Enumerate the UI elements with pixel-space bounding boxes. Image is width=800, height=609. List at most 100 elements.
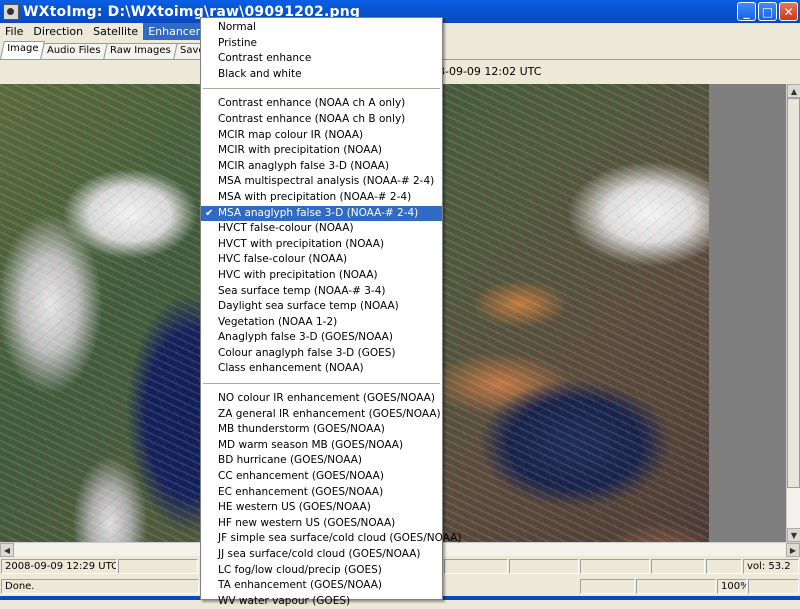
enhancement-menu-item-label: Class enhancement (NOAA) bbox=[218, 362, 364, 375]
enhancement-menu-item-label: Pristine bbox=[218, 36, 258, 49]
enhancement-menu-item[interactable]: ZA general IR enhancement (GOES/NOAA) bbox=[201, 407, 442, 423]
enhancement-menu-item-label: Daylight sea surface temp (NOAA) bbox=[218, 300, 399, 313]
enhancement-menu-item[interactable]: Daylight sea surface temp (NOAA) bbox=[201, 299, 442, 315]
enhancement-menu-item[interactable]: NO colour IR enhancement (GOES/NOAA) bbox=[201, 391, 442, 407]
vertical-scroll-thumb[interactable] bbox=[787, 98, 800, 488]
status-cell bbox=[118, 559, 198, 574]
tab-image[interactable]: Image bbox=[0, 41, 46, 59]
enhancement-menu-item[interactable]: MB thunderstorm (GOES/NOAA) bbox=[201, 422, 442, 438]
scroll-left-arrow[interactable]: ◀ bbox=[0, 543, 14, 557]
enhancement-menu-item-label: Contrast enhance (NOAA ch A only) bbox=[218, 97, 406, 110]
pass-time: 8-09-09 12:02 UTC bbox=[438, 65, 542, 78]
app-icon[interactable] bbox=[3, 3, 19, 20]
menu-file[interactable]: File bbox=[0, 23, 28, 40]
enhancement-menu-item[interactable]: BD hurricane (GOES/NOAA) bbox=[201, 453, 442, 469]
enhancement-menu-item-label: MCIR anaglyph false 3-D (NOAA) bbox=[218, 159, 390, 172]
status-cell bbox=[706, 559, 742, 574]
enhancement-menu-item-label: NO colour IR enhancement (GOES/NOAA) bbox=[218, 392, 435, 405]
enhancement-menu-item-label: JJ sea surface/cold cloud (GOES/NOAA) bbox=[218, 548, 421, 560]
close-button[interactable]: ✕ bbox=[779, 2, 798, 21]
scroll-down-arrow[interactable]: ▼ bbox=[787, 528, 800, 542]
enhancement-menu-item[interactable]: WV water vapour (GOES) bbox=[201, 594, 442, 609]
tab-audio-files[interactable]: Audio Files bbox=[40, 43, 108, 59]
vertical-scrollbar[interactable]: ▲ ▼ bbox=[786, 84, 800, 542]
enhancement-menu-item[interactable]: MD warm season MB (GOES/NOAA) bbox=[201, 438, 442, 454]
menu-separator bbox=[203, 383, 440, 385]
enhancement-menu-item[interactable]: CC enhancement (GOES/NOAA) bbox=[201, 469, 442, 485]
status-cell bbox=[580, 579, 635, 594]
enhancement-menu-item-label: MCIR map colour IR (NOAA) bbox=[218, 128, 364, 141]
enhancement-menu-item[interactable]: Contrast enhance (NOAA ch A only) bbox=[201, 96, 442, 112]
enhancement-menu-item[interactable]: MCIR anaglyph false 3-D (NOAA) bbox=[201, 159, 442, 175]
enhancement-menu-item[interactable]: Anaglyph false 3-D (GOES/NOAA) bbox=[201, 330, 442, 346]
enhancement-menu-item[interactable]: Black and white bbox=[201, 67, 442, 83]
enhancement-menu-item-label: HVCT false-colour (NOAA) bbox=[218, 222, 354, 235]
menu-separator bbox=[203, 88, 440, 90]
status-cell bbox=[509, 559, 579, 574]
minimize-button[interactable]: _ bbox=[737, 2, 756, 21]
tab-raw-images[interactable]: Raw Images bbox=[103, 43, 178, 59]
enhancement-menu-item-label: Sea surface temp (NOAA-# 3-4) bbox=[218, 284, 386, 297]
enhancement-menu-item[interactable]: Normal bbox=[201, 20, 442, 36]
scroll-right-arrow[interactable]: ▶ bbox=[786, 543, 800, 557]
enhancement-menu-item[interactable]: MSA multispectral analysis (NOAA-# 2-4) bbox=[201, 174, 442, 190]
enhancement-menu-item-label: Contrast enhance (NOAA ch B only) bbox=[218, 112, 406, 125]
enhancement-menu-item-label: ZA general IR enhancement (GOES/NOAA) bbox=[218, 407, 441, 420]
enhancement-menu-item-label: LC fog/low cloud/precip (GOES) bbox=[218, 563, 382, 576]
enhancement-menu-item-label: MCIR with precipitation (NOAA) bbox=[218, 144, 383, 157]
status-zoom: 100% bbox=[717, 579, 747, 594]
enhancement-menu-item[interactable]: HE western US (GOES/NOAA) bbox=[201, 500, 442, 516]
enhancement-menu-item[interactable]: JJ sea surface/cold cloud (GOES/NOAA) bbox=[201, 547, 442, 563]
scroll-up-arrow[interactable]: ▲ bbox=[787, 84, 800, 98]
enhancements-dropdown-menu: Normal Pristine Contrast enhance Black and … bbox=[200, 17, 461, 607]
status-cell bbox=[444, 559, 508, 574]
enhancement-menu-item[interactable]: MCIR with precipitation (NOAA) bbox=[201, 143, 442, 159]
enhancement-menu-item[interactable]: HVC with precipitation (NOAA) bbox=[201, 268, 442, 284]
enhancement-menu-item-label: BD hurricane (GOES/NOAA) bbox=[218, 454, 362, 467]
enhancement-menu-item-label: MD warm season MB (GOES/NOAA) bbox=[218, 438, 404, 451]
enhancement-menu-item-label: HF new western US (GOES/NOAA) bbox=[218, 516, 396, 529]
enhancement-menu-item[interactable]: HVCT false-colour (NOAA) bbox=[201, 221, 442, 237]
status-message: Done. bbox=[1, 579, 199, 594]
enhancement-menu-item[interactable]: MCIR map colour IR (NOAA) bbox=[201, 128, 442, 144]
enhancement-menu-item-label: CC enhancement (GOES/NOAA) bbox=[218, 470, 384, 483]
enhancement-menu-item[interactable]: HF new western US (GOES/NOAA) bbox=[201, 516, 442, 532]
enhancement-menu-item[interactable]: LC fog/low cloud/precip (GOES) bbox=[201, 563, 442, 579]
enhancement-menu-item[interactable]: ✔ MSA anaglyph false 3-D (NOAA-# 2-4) bbox=[201, 205, 442, 222]
enhancement-menu-item-label: MB thunderstorm (GOES/NOAA) bbox=[218, 423, 385, 436]
status-cell bbox=[651, 559, 705, 574]
enhancement-menu-item[interactable]: TA enhancement (GOES/NOAA) bbox=[201, 578, 442, 594]
enhancement-menu-item-label: WV water vapour (GOES) bbox=[218, 594, 351, 607]
enhancement-menu-item-label: Anaglyph false 3-D (GOES/NOAA) bbox=[218, 331, 393, 344]
maximize-button[interactable]: □ bbox=[758, 2, 777, 21]
enhancement-menu-item-label: MSA anaglyph false 3-D (NOAA-# 2-4) bbox=[218, 206, 419, 219]
enhancement-menu-item[interactable]: Pristine bbox=[201, 36, 442, 52]
enhancement-menu-item-label: HVC with precipitation (NOAA) bbox=[218, 268, 378, 281]
enhancement-menu-item-label: HE western US (GOES/NOAA) bbox=[218, 501, 371, 514]
window-controls: _ □ ✕ bbox=[737, 2, 798, 21]
menu-satellite[interactable]: Satellite bbox=[88, 23, 143, 40]
enhancement-menu-item[interactable]: Vegetation (NOAA 1-2) bbox=[201, 315, 442, 331]
enhancement-menu-item[interactable]: Class enhancement (NOAA) bbox=[201, 361, 442, 377]
status-volume: vol: 53.2 bbox=[743, 559, 799, 574]
enhancement-menu-item[interactable]: MSA with precipitation (NOAA-# 2-4) bbox=[201, 190, 442, 206]
enhancement-menu-item-label: Vegetation (NOAA 1-2) bbox=[218, 315, 338, 328]
enhancement-menu-item-label: HVCT with precipitation (NOAA) bbox=[218, 237, 385, 250]
enhancement-menu-item-label: Contrast enhance bbox=[218, 52, 312, 65]
enhancement-menu-item[interactable]: EC enhancement (GOES/NOAA) bbox=[201, 485, 442, 501]
enhancement-menu-item[interactable]: Sea surface temp (NOAA-# 3-4) bbox=[201, 284, 442, 300]
status-time: 2008-09-09 12:29 UTC bbox=[1, 559, 117, 574]
enhancement-menu-item-label: Black and white bbox=[218, 67, 302, 80]
enhancement-menu-item[interactable]: JF simple sea surface/cold cloud (GOES/N… bbox=[201, 531, 461, 547]
enhancement-menu-item[interactable]: Colour anaglyph false 3-D (GOES) bbox=[201, 346, 442, 362]
enhancement-menu-item-label: Colour anaglyph false 3-D (GOES) bbox=[218, 346, 396, 359]
enhancement-menu-item[interactable]: Contrast enhance (NOAA ch B only) bbox=[201, 112, 442, 128]
status-cell bbox=[636, 579, 716, 594]
enhancement-menu-item[interactable]: Contrast enhance bbox=[201, 51, 442, 67]
checkmark-icon: ✔ bbox=[205, 207, 214, 219]
enhancement-menu-item-label: HVC false-colour (NOAA) bbox=[218, 253, 348, 266]
menu-direction[interactable]: Direction bbox=[28, 23, 88, 40]
enhancement-menu-item[interactable]: HVC false-colour (NOAA) bbox=[201, 252, 442, 268]
enhancement-menu-item-label: EC enhancement (GOES/NOAA) bbox=[218, 485, 384, 498]
enhancement-menu-item[interactable]: HVCT with precipitation (NOAA) bbox=[201, 237, 442, 253]
